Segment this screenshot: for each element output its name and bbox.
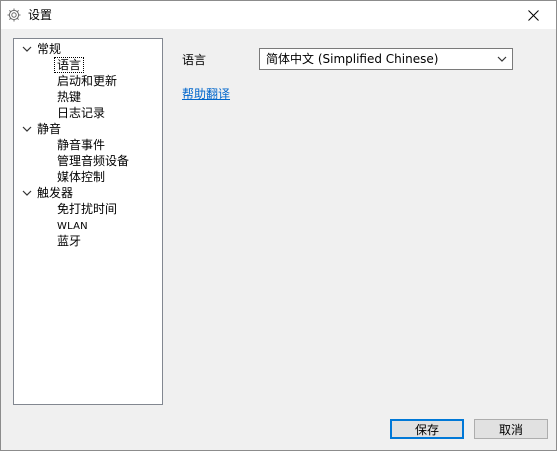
close-button[interactable] xyxy=(510,1,556,29)
tree-group-label: 静音 xyxy=(37,122,62,136)
language-select-value: 简体中文 (Simplified Chinese) xyxy=(266,52,439,66)
tree-item-media-control[interactable]: 媒体控制 xyxy=(55,169,107,185)
language-select[interactable]: 简体中文 (Simplified Chinese) xyxy=(259,48,513,70)
tree-item-label: 免打扰时间 xyxy=(57,202,118,216)
tree-item-startup-updates[interactable]: 启动和更新 xyxy=(55,73,119,89)
tree-item-label: 静音事件 xyxy=(57,138,106,152)
settings-window: 设置 常规 语言 启动和更新 热键 日志记录 静音 静音事件 管理音频设备 媒体… xyxy=(0,0,557,451)
chevron-down-icon[interactable] xyxy=(22,189,32,197)
tree-item-audio-devices[interactable]: 管理音频设备 xyxy=(55,153,131,169)
tree-item-label: WLAN xyxy=(57,221,88,232)
tree-item-label: 管理音频设备 xyxy=(57,154,130,168)
tree-item-quiet-hours[interactable]: 免打扰时间 xyxy=(55,201,119,217)
tree-item-label: 日志记录 xyxy=(57,106,106,120)
tree-item-label: 启动和更新 xyxy=(57,74,118,88)
tree-item-mute-events[interactable]: 静音事件 xyxy=(55,137,107,153)
language-label: 语言 xyxy=(182,53,207,67)
close-icon xyxy=(527,9,539,21)
tree-item-logging[interactable]: 日志记录 xyxy=(55,105,107,121)
tree-item-wlan[interactable]: WLAN xyxy=(55,217,90,233)
tree-item-label: 语言 xyxy=(53,57,85,73)
tree-item-label: 热键 xyxy=(57,90,82,104)
tree-item-bluetooth[interactable]: 蓝牙 xyxy=(55,233,83,249)
tree-item-language[interactable]: 语言 xyxy=(53,57,85,73)
tree-item-label: 媒体控制 xyxy=(57,170,106,184)
window-title: 设置 xyxy=(28,8,53,22)
chevron-down-icon[interactable] xyxy=(22,45,32,53)
cancel-button[interactable]: 取消 xyxy=(474,419,548,439)
chevron-down-icon[interactable] xyxy=(497,55,507,63)
tree-item-label: 蓝牙 xyxy=(57,234,82,248)
tree-group-label: 常规 xyxy=(37,42,62,56)
tree-group-label: 触发器 xyxy=(37,186,74,200)
chevron-down-icon[interactable] xyxy=(22,125,32,133)
gear-icon xyxy=(7,8,21,22)
settings-tree[interactable]: 常规 语言 启动和更新 热键 日志记录 静音 静音事件 管理音频设备 媒体控制 xyxy=(13,38,163,405)
help-translate-link[interactable]: 帮助翻译 xyxy=(182,86,230,102)
tree-item-hotkeys[interactable]: 热键 xyxy=(55,89,83,105)
title-bar: 设置 xyxy=(1,1,556,29)
save-button[interactable]: 保存 xyxy=(390,419,464,439)
